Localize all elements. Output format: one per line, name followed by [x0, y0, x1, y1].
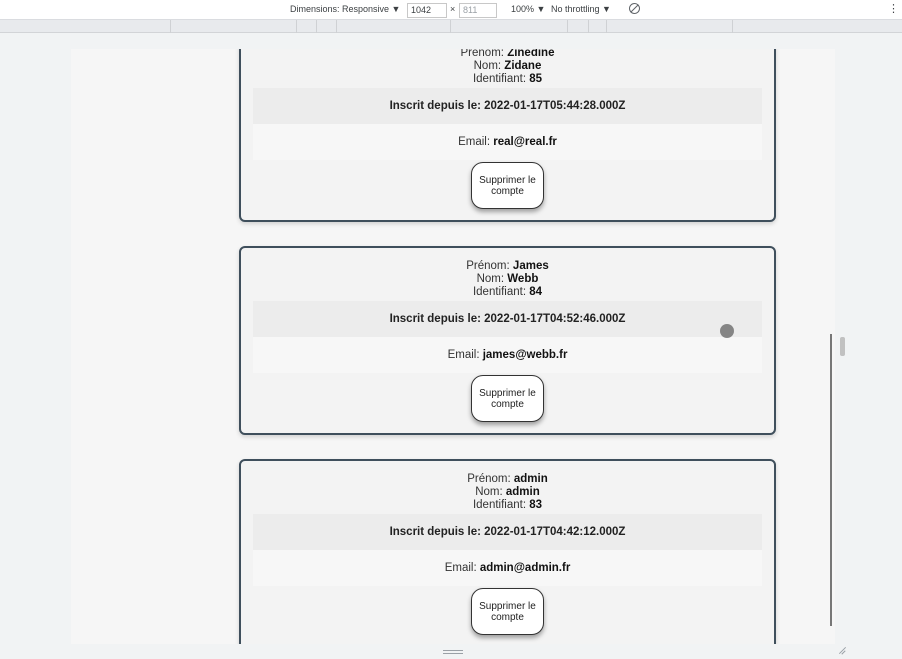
resize-handle-bottom-icon[interactable] [443, 650, 463, 654]
dimensions-select[interactable]: Dimensions: Responsive ▼ [290, 4, 400, 14]
device-toolbar: Dimensions: Responsive ▼ 1042 × 811 100%… [0, 0, 902, 20]
email-value: real@real.fr [493, 136, 557, 148]
delete-account-button[interactable]: Supprimer le compte [471, 162, 544, 209]
devtools-scrollbar-thumb[interactable] [840, 337, 845, 356]
email-value: admin@admin.fr [479, 562, 571, 574]
device-viewport: Prénom: Zinedine Nom: Zidane Identifiant… [71, 49, 835, 644]
email-value: james@webb.fr [482, 349, 568, 361]
width-input[interactable]: 1042 [407, 3, 447, 18]
nom-label: Nom: [473, 60, 505, 72]
email-label: Email: [458, 136, 494, 148]
user-info: Prénom: admin Nom: admin Identifiant: 83 [241, 461, 774, 512]
prenom-label: Prénom: [467, 473, 514, 485]
page-scrollbar-thumb[interactable] [830, 334, 832, 626]
nom-value: Zidane [504, 60, 542, 72]
more-options-icon[interactable]: ⋮ [888, 2, 899, 15]
prenom-value: admin [513, 473, 548, 485]
registration-date: Inscrit depuis le: 2022-01-17T04:52:46.0… [253, 301, 762, 337]
media-query-bar[interactable] [0, 20, 902, 33]
user-card: Prénom: admin Nom: admin Identifiant: 83… [239, 459, 776, 644]
id-label: Identifiant: [472, 499, 530, 511]
prenom-value: James [512, 260, 549, 272]
id-value: 83 [529, 499, 543, 511]
nom-value: admin [505, 486, 540, 498]
id-value: 84 [529, 286, 543, 298]
nom-label: Nom: [475, 486, 506, 498]
prenom-label: Prénom: [460, 49, 508, 59]
prenom-value: Zinedine [507, 49, 555, 59]
nom-label: Nom: [476, 273, 508, 285]
id-label: Identifiant: [472, 73, 530, 85]
user-info: Prénom: James Nom: Webb Identifiant: 84 [241, 248, 774, 299]
times-sign: × [450, 4, 456, 14]
nom-value: Webb [507, 273, 539, 285]
registration-date: Inscrit depuis le: 2022-01-17T05:44:28.0… [253, 88, 762, 124]
id-label: Identifiant: [472, 286, 530, 298]
registration-date: Inscrit depuis le: 2022-01-17T04:42:12.0… [253, 514, 762, 550]
id-value: 85 [529, 73, 543, 85]
email-label: Email: [447, 349, 483, 361]
user-card: Prénom: James Nom: Webb Identifiant: 84 … [239, 246, 776, 435]
zoom-select[interactable]: 100% ▼ [511, 4, 545, 14]
throttling-select[interactable]: No throttling ▼ [551, 4, 611, 14]
delete-account-button[interactable]: Supprimer le compte [471, 375, 544, 422]
prenom-label: Prénom: [466, 260, 513, 272]
resize-handle-corner-icon[interactable] [836, 646, 846, 656]
user-card: Prénom: Zinedine Nom: Zidane Identifiant… [239, 49, 776, 222]
rotate-icon[interactable] [629, 3, 640, 14]
height-input[interactable]: 811 [459, 3, 497, 18]
touch-cursor-icon [720, 324, 734, 338]
delete-account-button[interactable]: Supprimer le compte [471, 588, 544, 635]
user-info: Prénom: Zinedine Nom: Zidane Identifiant… [241, 49, 774, 86]
email-label: Email: [444, 562, 480, 574]
